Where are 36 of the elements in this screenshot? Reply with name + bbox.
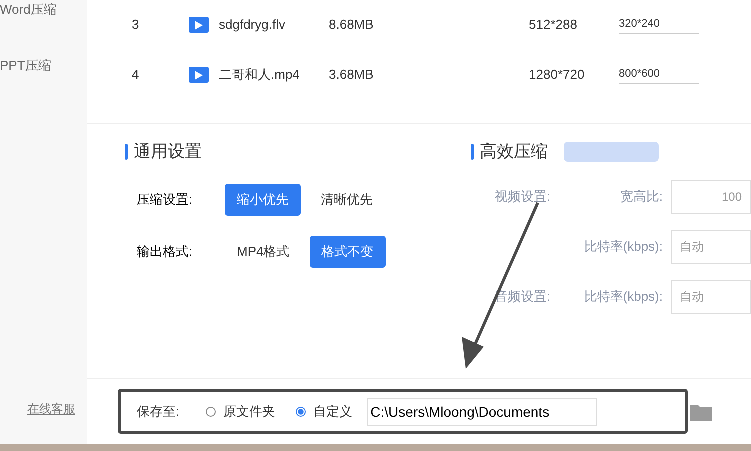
option-button[interactable]: 格式不变 — [310, 236, 386, 268]
field-label: 比特率(kbps): — [583, 288, 664, 306]
setting-label: 输出格式: — [136, 243, 194, 262]
field-label: 宽高比: — [619, 188, 664, 206]
section-marker — [125, 144, 128, 160]
field-label: 比特率(kbps): — [583, 238, 664, 256]
table-cell-text: 1280*720 — [529, 66, 586, 84]
play-icon — [189, 17, 209, 33]
section-title: 高效压缩 — [480, 141, 548, 164]
save-label: 保存至: — [137, 402, 180, 421]
play-icon — [189, 67, 209, 83]
table-cell-text: 二哥和人.mp4 — [219, 66, 301, 84]
input-field[interactable]: 自动 — [671, 280, 751, 314]
option-button[interactable]: 清晰优先 — [309, 184, 385, 216]
section-title: 通用设置 — [134, 141, 202, 164]
table-cell-text: 512*288 — [529, 16, 578, 34]
setting-label: 压缩设置: — [136, 191, 194, 210]
table-cell-text: 3 — [131, 16, 140, 34]
sidebar-item[interactable]: PPT压缩 — [0, 56, 87, 112]
table-cell-text: 8.68MB — [329, 16, 375, 34]
folder-icon[interactable] — [690, 403, 712, 421]
size-field[interactable]: 320*240 — [619, 16, 699, 34]
online-service-link[interactable]: 在线客服 — [28, 400, 76, 418]
section-marker — [471, 144, 474, 160]
size-field[interactable]: 800*600 — [619, 66, 699, 84]
option-button[interactable]: 缩小优先 — [225, 184, 301, 216]
radio-option[interactable]: 自定义 — [296, 402, 353, 422]
table-cell-text: 4 — [131, 66, 140, 84]
path-field[interactable]: C:\Users\Mloong\Documents — [366, 398, 597, 426]
option-button[interactable]: MP4格式 — [225, 236, 302, 268]
table-cell-text: 3.68MB — [329, 66, 375, 84]
sidebar-item[interactable]: Word压缩 — [0, 0, 87, 56]
input-field[interactable]: 自动 — [671, 230, 751, 264]
table-cell-text: sdgfdryg.flv — [219, 16, 286, 34]
radio-option[interactable]: 原文件夹 — [206, 402, 276, 422]
group-label: 视频设置: — [494, 188, 552, 206]
